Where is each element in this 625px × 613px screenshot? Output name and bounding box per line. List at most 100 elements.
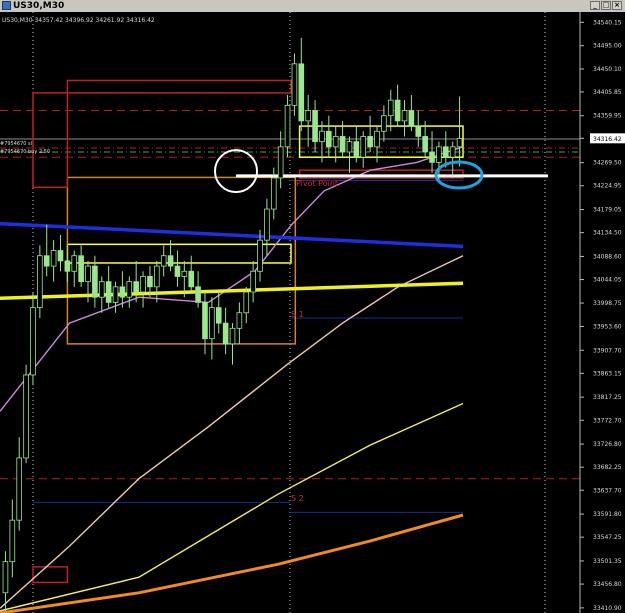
price-tick-label: 33501.35 xyxy=(593,558,622,565)
candle-body-down xyxy=(78,255,84,283)
order-buy-label: #7954670 buy 2.50 xyxy=(0,149,50,155)
candle-body-up xyxy=(209,307,215,340)
candle-body-up xyxy=(346,141,353,153)
candle-body-up xyxy=(50,250,57,267)
candle-body-up xyxy=(98,281,105,298)
price-tick-label: 33591.80 xyxy=(593,511,622,518)
candle-body-down xyxy=(394,99,401,122)
candle-body-down xyxy=(92,265,98,298)
candle-body-up xyxy=(85,265,91,283)
candle-body-up xyxy=(181,270,188,277)
price-tick-label: 34269.50 xyxy=(593,160,622,167)
candle-body-up xyxy=(319,130,325,143)
price-tick-label: 34450.10 xyxy=(593,66,622,73)
candle-body-up xyxy=(16,457,23,521)
price-tick-label: 33772.70 xyxy=(593,417,622,424)
ohlc-info-line: US30,M30 34357.42 34396.92 34261.92 3431… xyxy=(2,17,155,24)
candle-body-down xyxy=(422,136,428,153)
candle-body-up xyxy=(381,115,387,132)
candle-body-down xyxy=(133,281,139,293)
order-sl-label: #7954670 sl xyxy=(0,141,32,147)
s2-label: S 2 xyxy=(291,494,304,503)
candle-body-up xyxy=(284,104,291,148)
candle-body-down xyxy=(202,301,208,340)
candle-body-down xyxy=(105,281,112,303)
candle-body-down xyxy=(119,286,126,298)
price-tick-label: 33547.25 xyxy=(593,534,622,541)
price-tick-label: 33998.75 xyxy=(593,300,622,307)
candle-body-down xyxy=(43,255,50,267)
candle-body-up xyxy=(154,265,160,288)
candle-body-down xyxy=(222,322,229,345)
candle-body-up xyxy=(23,374,29,459)
candle-body-up xyxy=(160,255,167,267)
candle-body-up xyxy=(291,63,298,106)
candle-body-down xyxy=(353,141,360,158)
price-tick-label: 34134.50 xyxy=(593,230,622,237)
candle-body-up xyxy=(140,276,146,293)
price-tick-label: 34224.95 xyxy=(593,183,622,190)
price-tick-label: 33682.25 xyxy=(593,464,622,471)
price-tick-label: 34540.15 xyxy=(593,19,622,26)
current-price-label: 34316.42 xyxy=(593,136,622,143)
price-tick-label: 33863.15 xyxy=(593,370,622,377)
candle-body-down xyxy=(174,265,181,277)
price-tick-label: 34088.60 xyxy=(593,253,622,260)
candle-body-up xyxy=(449,146,456,158)
price-tick-label: 34359.95 xyxy=(593,113,622,120)
chart-window: US30,M30 _ □ × 34540.15 34495.00 34450.10 3… xyxy=(0,0,625,613)
candle-body-up xyxy=(270,177,277,210)
candle-body-up xyxy=(456,138,463,148)
minimize-button[interactable]: _ xyxy=(590,1,600,10)
price-tick-label: 34405.85 xyxy=(593,89,622,96)
candle-body-down xyxy=(188,270,195,288)
candle-body-down xyxy=(57,250,64,262)
candle-body-up xyxy=(436,146,442,163)
candle-body-down xyxy=(339,136,346,153)
candle-body-up xyxy=(112,286,119,303)
chart-window-icon xyxy=(2,1,11,10)
candle-body-up xyxy=(360,136,367,158)
candle-body-up xyxy=(236,312,243,329)
price-axis: 34540.15 34495.00 34450.10 34405.85 34359.95… xyxy=(579,12,625,613)
candle-body-up xyxy=(332,136,339,148)
candle-body-up xyxy=(30,307,36,376)
price-tick-label: 33817.25 xyxy=(593,394,622,401)
price-tick-label: 34044.05 xyxy=(593,277,622,284)
close-button[interactable]: × xyxy=(612,1,622,10)
price-tick-label: 33953.60 xyxy=(593,323,622,330)
candle-body-down xyxy=(408,110,415,127)
price-tick-label: 34495.00 xyxy=(593,43,622,50)
candle-body-down xyxy=(167,255,174,267)
candle-body-down xyxy=(195,286,201,303)
candle-body-down xyxy=(147,276,153,288)
candle-body-down xyxy=(215,307,222,324)
window-title: US30,M30 xyxy=(13,1,65,11)
candle-body-up xyxy=(243,291,250,314)
candle-body-down xyxy=(312,110,318,143)
price-tick-label: 33907.70 xyxy=(593,347,622,354)
candle-body-down xyxy=(64,260,71,272)
price-tick-label: 33726.80 xyxy=(593,441,622,448)
candle-body-down xyxy=(367,136,373,148)
candle-body-up xyxy=(277,146,284,179)
candle-body-up xyxy=(250,270,256,293)
candle-body-up xyxy=(401,110,408,122)
candle-body-up xyxy=(264,208,270,241)
price-chart[interactable]: 34540.15 34495.00 34450.10 34405.85 34359.95… xyxy=(0,12,625,613)
candle-body-down xyxy=(429,151,435,163)
candle-body-up xyxy=(2,561,9,594)
s1-label: S 1 xyxy=(291,310,304,319)
candle-body-up xyxy=(9,519,16,563)
candle-body-down xyxy=(298,63,305,122)
candle-body-up xyxy=(374,130,380,148)
restore-button[interactable]: □ xyxy=(601,1,611,10)
candle-body-up xyxy=(37,255,43,308)
price-tick-label: 34179.05 xyxy=(593,207,622,214)
candle-body-up xyxy=(71,255,78,272)
pivot-point-label: Pivot Point xyxy=(296,179,338,188)
candle-body-down xyxy=(415,125,422,137)
price-tick-label: 33637.70 xyxy=(593,487,622,494)
candle-body-up xyxy=(387,99,394,117)
candle-body-up xyxy=(305,110,311,122)
